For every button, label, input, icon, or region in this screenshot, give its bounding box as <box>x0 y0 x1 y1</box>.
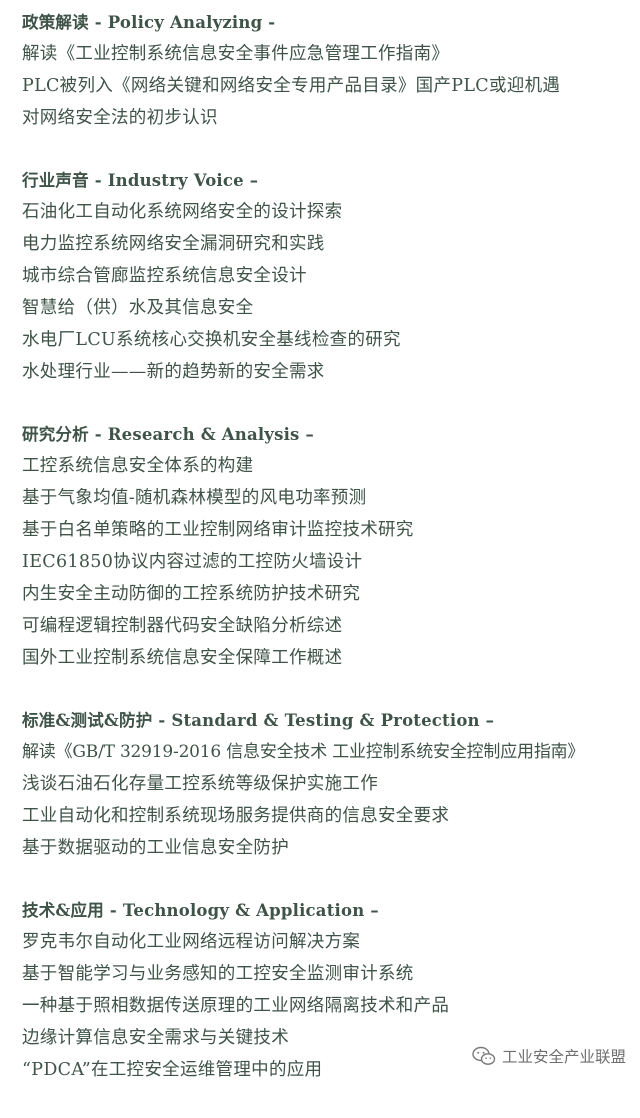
wechat-icon <box>472 1046 496 1065</box>
section-standard-testing-protection: 标准&测试&防护 - Standard & Testing & Protecti… <box>22 706 632 864</box>
list-item[interactable]: 基于气象均值-随机森林模型的风电功率预测 <box>22 482 632 514</box>
section-heading: 技术&应用 - Technology & Application – <box>22 901 379 920</box>
section-heading: 研究分析 - Research & Analysis – <box>22 425 314 444</box>
list-item[interactable]: 城市综合管廊监控系统信息安全设计 <box>22 260 632 292</box>
list-item[interactable]: PLC被列入《网络关键和网络安全专用产品目录》国产PLC或迎机遇 <box>22 70 632 102</box>
list-item[interactable]: 浅谈石油石化存量工控系统等级保护实施工作 <box>22 768 632 800</box>
list-item[interactable]: 工控系统信息安全体系的构建 <box>22 450 632 482</box>
list-item[interactable]: 电力监控系统网络安全漏洞研究和实践 <box>22 228 632 260</box>
section-research-analysis: 研究分析 - Research & Analysis – 工控系统信息安全体系的… <box>22 420 632 674</box>
watermark-text: 工业安全产业联盟 <box>501 1048 626 1066</box>
watermark: 工业安全产业联盟 <box>472 1045 626 1067</box>
list-item[interactable]: 基于白名单策略的工业控制网络审计监控技术研究 <box>22 514 632 546</box>
article-content: 政策解读 - Policy Analyzing - 解读《工业控制系统信息安全事… <box>22 8 632 1118</box>
section-policy-analyzing: 政策解读 - Policy Analyzing - 解读《工业控制系统信息安全事… <box>22 8 632 134</box>
list-item[interactable]: 解读《GB/T 32919-2016 信息安全技术 工业控制系统安全控制应用指南… <box>22 736 632 768</box>
list-item[interactable]: 罗克韦尔自动化工业网络远程访问解决方案 <box>22 926 632 958</box>
list-item[interactable]: 一种基于照相数据传送原理的工业网络隔离技术和产品 <box>22 990 632 1022</box>
section-industry-voice: 行业声音 - Industry Voice – 石油化工自动化系统网络安全的设计… <box>22 166 632 388</box>
section-heading: 政策解读 - Policy Analyzing - <box>22 13 276 32</box>
section-heading: 标准&测试&防护 - Standard & Testing & Protecti… <box>22 711 495 730</box>
list-item[interactable]: 智慧给（供）水及其信息安全 <box>22 292 632 324</box>
list-item[interactable]: 对网络安全法的初步认识 <box>22 102 632 134</box>
list-item[interactable]: 内生安全主动防御的工控系统防护技术研究 <box>22 578 632 610</box>
list-item[interactable]: 国外工业控制系统信息安全保障工作概述 <box>22 642 632 674</box>
list-item[interactable]: 石油化工自动化系统网络安全的设计探索 <box>22 196 632 228</box>
list-item[interactable]: 解读《工业控制系统信息安全事件应急管理工作指南》 <box>22 38 632 70</box>
list-item[interactable]: 基于数据驱动的工业信息安全防护 <box>22 832 632 864</box>
list-item[interactable]: IEC61850协议内容过滤的工控防火墙设计 <box>22 546 632 578</box>
list-item[interactable]: 工业自动化和控制系统现场服务提供商的信息安全要求 <box>22 800 632 832</box>
list-item[interactable]: 水处理行业——新的趋势新的安全需求 <box>22 356 632 388</box>
list-item[interactable]: 可编程逻辑控制器代码安全缺陷分析综述 <box>22 610 632 642</box>
list-item[interactable]: 水电厂LCU系统核心交换机安全基线检查的研究 <box>22 324 632 356</box>
section-heading: 行业声音 - Industry Voice – <box>22 171 259 190</box>
list-item[interactable]: 基于智能学习与业务感知的工控安全监测审计系统 <box>22 958 632 990</box>
